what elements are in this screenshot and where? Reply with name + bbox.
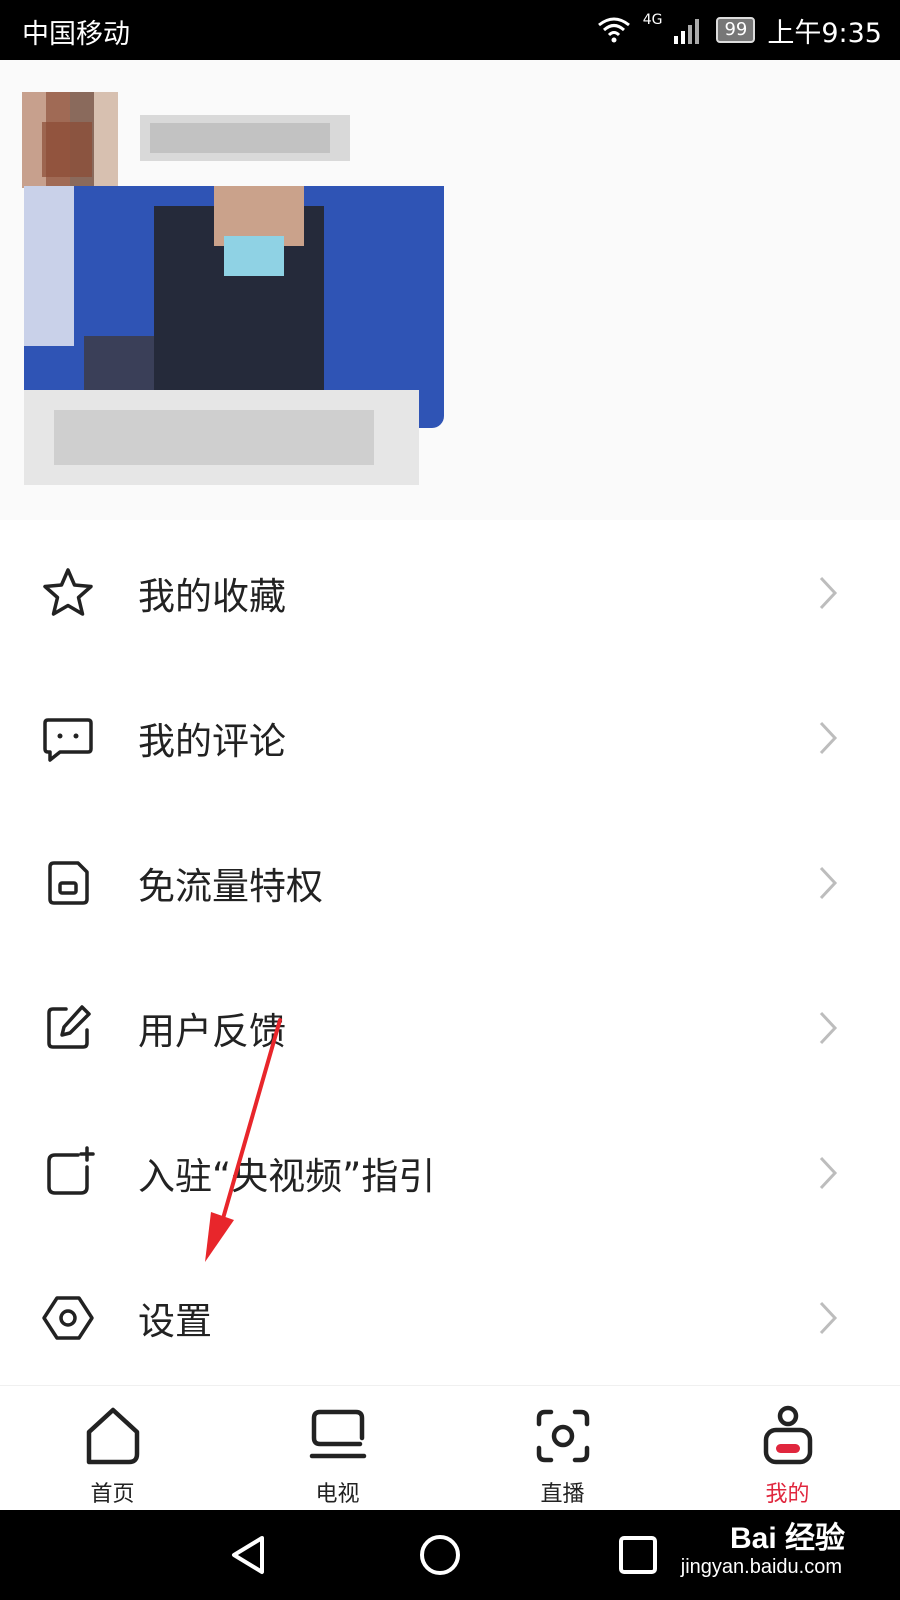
settings-hexagon-icon	[42, 1295, 94, 1340]
tab-label: 直播	[540, 1482, 585, 1507]
sim-card-icon	[48, 860, 89, 905]
network-type: 4G	[642, 12, 663, 28]
add-square-icon	[47, 1145, 95, 1195]
comment-icon	[43, 717, 93, 762]
chevron-right-icon	[819, 576, 838, 609]
menu-item-settings[interactable]: 设置	[0, 1245, 900, 1390]
status-indicators: 4G 99 上午9:35	[597, 10, 882, 50]
watermark-brand: Bai 经验	[729, 1522, 845, 1555]
chevron-right-icon	[819, 1011, 838, 1044]
star-icon	[43, 567, 93, 616]
tab-tv[interactable]: 电视	[225, 1386, 450, 1511]
home-icon	[86, 1407, 139, 1465]
username-blurred	[140, 115, 350, 161]
chevron-right-icon	[819, 1301, 838, 1334]
edit-icon	[47, 1004, 91, 1049]
clock: 上午9:35	[767, 17, 882, 49]
menu-item-label: 免流量特权	[138, 864, 323, 908]
tab-label: 我的	[765, 1482, 810, 1507]
profile-icon	[763, 1405, 812, 1465]
menu-item-label: 设置	[138, 1299, 212, 1343]
profile-header	[0, 60, 900, 520]
tab-live[interactable]: 直播	[450, 1386, 675, 1511]
recents-icon[interactable]	[608, 1530, 668, 1580]
menu-item-label: 用户反馈	[138, 1009, 286, 1053]
tab-label: 首页	[90, 1482, 135, 1507]
bottom-tab-bar: 首页 电视 直播 我的	[0, 1385, 900, 1511]
thumbnail-mask	[224, 236, 284, 276]
tv-icon	[309, 1409, 366, 1459]
menu-item-free-data[interactable]: 免流量特权	[0, 810, 900, 955]
menu-item-creator-guide[interactable]: 入驻“央视频”指引	[0, 1100, 900, 1245]
menu-item-comments[interactable]: 我的评论	[0, 665, 900, 810]
signal-icon	[674, 19, 700, 44]
avatar[interactable]	[22, 92, 118, 188]
description-blurred	[24, 390, 419, 485]
tab-profile[interactable]: 我的	[675, 1386, 900, 1511]
carrier-name: 中国移动	[22, 19, 130, 50]
menu-item-label: 我的收藏	[138, 574, 286, 618]
home-circle-icon[interactable]	[410, 1530, 470, 1580]
tab-home[interactable]: 首页	[0, 1386, 225, 1511]
back-icon[interactable]	[220, 1530, 280, 1580]
wifi-icon	[597, 17, 630, 43]
chevron-right-icon	[819, 1156, 838, 1189]
live-icon	[536, 1409, 589, 1463]
thumbnail-region	[24, 186, 74, 346]
menu-item-label: 入驻“央视频”指引	[138, 1154, 436, 1198]
chevron-right-icon	[819, 721, 838, 754]
watermark-url: jingyan.baidu.com	[680, 1556, 842, 1578]
tab-label: 电视	[315, 1482, 360, 1507]
menu-item-favorites[interactable]: 我的收藏	[0, 520, 900, 665]
menu-item-feedback[interactable]: 用户反馈	[0, 955, 900, 1100]
status-bar: 中国移动 4G 99 上午9:35	[0, 0, 900, 60]
menu-list: 我的收藏 我的评论 免流量特权 用户反馈 入驻“央视频”指引 设置	[0, 520, 900, 1390]
menu-item-label: 我的评论	[138, 719, 286, 763]
battery-indicator: 99	[716, 17, 756, 43]
chevron-right-icon	[819, 866, 838, 899]
